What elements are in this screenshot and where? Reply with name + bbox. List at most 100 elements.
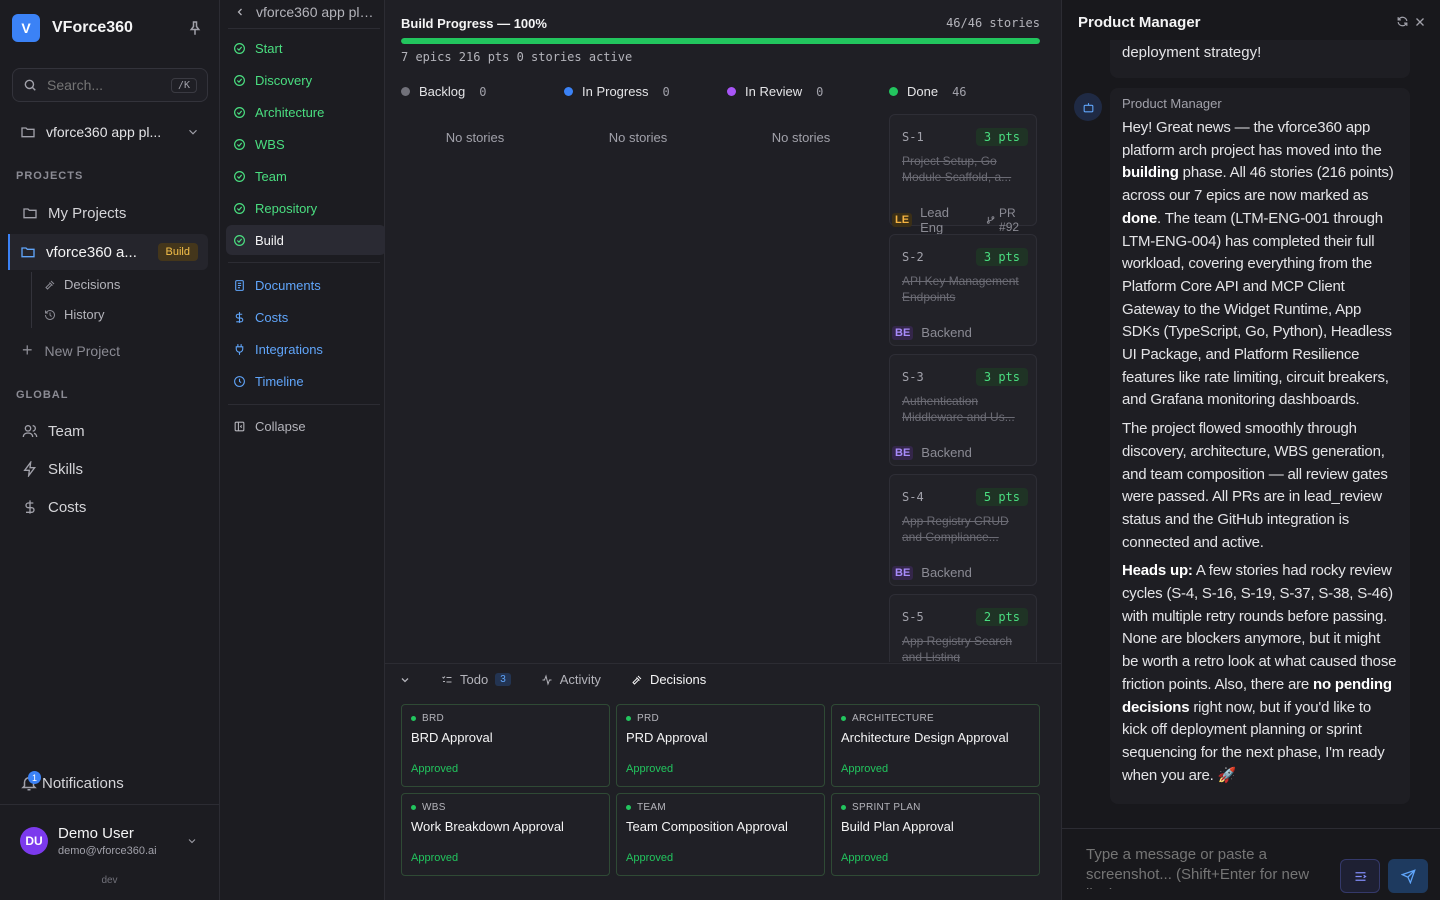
user-menu[interactable]: DU Demo User demo@vforce360.ai dev bbox=[0, 804, 219, 900]
brand[interactable]: V VForce360 bbox=[12, 14, 133, 42]
story-card[interactable]: S-4 5 pts App Registry CRUD and Compliance… bbox=[889, 474, 1037, 586]
message-input[interactable] bbox=[1074, 841, 1332, 889]
decision-status: Approved bbox=[841, 852, 889, 864]
text: Hey! Great news — the vforce360 app plat… bbox=[1122, 119, 1382, 159]
project-selector-label: vforce360 app pl... bbox=[46, 124, 162, 140]
status-dot bbox=[564, 87, 573, 96]
assignee-initials: BE bbox=[892, 565, 914, 580]
dollar-icon bbox=[235, 311, 244, 323]
text-bold: done bbox=[1122, 209, 1158, 227]
assignee-initials: BE bbox=[892, 325, 914, 340]
decision-title: PRD Approval bbox=[626, 730, 708, 745]
notifications-count: 1 bbox=[28, 771, 41, 784]
nav-my-projects[interactable]: My Projects bbox=[12, 196, 208, 230]
status-dot bbox=[841, 716, 846, 721]
stage-start[interactable]: Start bbox=[226, 33, 380, 63]
nav-integrations[interactable]: Integrations bbox=[226, 334, 380, 364]
nav-costs[interactable]: Costs bbox=[226, 302, 380, 332]
notifications-button[interactable]: 1 Notifications bbox=[20, 771, 124, 792]
story-card[interactable]: S-1 3 pts Project Setup, Go Module Scaffol… bbox=[889, 114, 1037, 235]
story-card[interactable]: S-3 3 pts Authentication Middleware and Us… bbox=[889, 354, 1037, 466]
story-points: 3 pts bbox=[975, 248, 1028, 266]
nav-documents[interactable]: Documents bbox=[226, 270, 380, 300]
decision-card[interactable]: WBS Work Breakdown Approval Approved bbox=[401, 793, 610, 876]
tab-todo[interactable]: Todo 3 bbox=[441, 672, 511, 687]
stage-discovery[interactable]: Discovery bbox=[226, 65, 380, 95]
column-done: Done 46 bbox=[889, 84, 967, 99]
search-input[interactable] bbox=[47, 77, 157, 93]
tab-activity[interactable]: Activity bbox=[541, 672, 601, 687]
build-progress-fill bbox=[401, 38, 1040, 44]
decision-card[interactable]: ARCHITECTURE Architecture Design Approval… bbox=[831, 704, 1040, 787]
nav-decisions[interactable]: Decisions bbox=[44, 277, 120, 292]
format-button[interactable] bbox=[1340, 859, 1380, 893]
nav-team[interactable]: Team bbox=[12, 414, 208, 448]
tree-line bbox=[31, 272, 32, 328]
status-dot bbox=[841, 805, 846, 810]
nav-history[interactable]: History bbox=[44, 307, 104, 322]
phase-badge: Build bbox=[157, 243, 198, 261]
decision-type: BRD bbox=[411, 713, 600, 724]
check-circle-icon bbox=[234, 42, 245, 54]
stage-architecture[interactable]: Architecture bbox=[226, 97, 380, 127]
story-assignee: BE Backend bbox=[892, 325, 972, 340]
story-card[interactable]: S-2 3 pts API Key Management Endpoints BE Ba… bbox=[889, 234, 1037, 346]
stage-label: Discovery bbox=[255, 72, 313, 88]
decision-card[interactable]: SPRINT PLAN Build Plan Approval Approved bbox=[831, 793, 1040, 876]
collapse-panel-button[interactable] bbox=[399, 674, 411, 686]
done-stories: S-1 3 pts Project Setup, Go Module Scaffol… bbox=[889, 114, 1037, 662]
empty-state: No stories bbox=[445, 130, 505, 145]
stage-repository[interactable]: Repository bbox=[226, 193, 380, 223]
decision-card[interactable]: BRD BRD Approval Approved bbox=[401, 704, 610, 787]
column-backlog: Backlog 0 bbox=[401, 84, 486, 99]
stage-build[interactable]: Build bbox=[226, 225, 386, 255]
decision-card[interactable]: TEAM Team Composition Approval Approved bbox=[616, 793, 825, 876]
stage-label: Repository bbox=[255, 200, 318, 216]
nav-costs[interactable]: Costs bbox=[12, 490, 208, 524]
nav-costs-label: Costs bbox=[48, 498, 87, 516]
decision-title: BRD Approval bbox=[411, 730, 493, 745]
stage-wbs[interactable]: WBS bbox=[226, 129, 380, 159]
project-selector[interactable]: vforce360 app pl... bbox=[12, 114, 208, 150]
global-section-title: GLOBAL bbox=[16, 389, 69, 401]
collapse-button[interactable]: Collapse bbox=[226, 411, 380, 441]
new-project-button[interactable]: + New Project bbox=[22, 340, 120, 361]
story-points: 3 pts bbox=[975, 368, 1028, 386]
previous-message: deployment strategy! bbox=[1110, 40, 1410, 78]
text: A few stories had rocky review cycles (S… bbox=[1122, 562, 1397, 693]
divider bbox=[228, 28, 380, 29]
back-to-project[interactable]: vforce360 app plat... bbox=[234, 4, 384, 20]
nav-skills[interactable]: Skills bbox=[12, 452, 208, 486]
tab-decisions[interactable]: Decisions bbox=[631, 672, 706, 687]
message-paragraph: Hey! Great news — the vforce360 app plat… bbox=[1122, 117, 1398, 412]
send-button[interactable] bbox=[1388, 859, 1428, 893]
pin-icon[interactable] bbox=[186, 19, 204, 37]
column-count: 0 bbox=[479, 84, 487, 99]
refresh-icon[interactable] bbox=[1396, 15, 1409, 28]
previous-message-text: deployment strategy! bbox=[1122, 44, 1262, 61]
nav-active-project[interactable]: vforce360 a... Build bbox=[8, 234, 208, 270]
stage-team[interactable]: Team bbox=[226, 161, 380, 191]
decision-card[interactable]: PRD PRD Approval Approved bbox=[616, 704, 825, 787]
story-card[interactable]: S-52 ptsApp Registry Search and ListingB… bbox=[889, 594, 1037, 662]
nav-timeline[interactable]: Timeline bbox=[226, 366, 380, 396]
tab-decisions-label: Decisions bbox=[649, 672, 707, 687]
lightning-icon bbox=[23, 461, 36, 477]
brand-name: VForce360 bbox=[52, 19, 133, 36]
decision-type-label: ARCHITECTURE bbox=[852, 713, 934, 724]
close-icon[interactable] bbox=[1414, 16, 1426, 28]
column-name: Done bbox=[907, 84, 939, 99]
story-id: S-1 bbox=[902, 130, 924, 144]
decision-title: Team Composition Approval bbox=[626, 819, 788, 834]
story-title: App Registry CRUD and Compliance... bbox=[902, 514, 1009, 544]
status-dot bbox=[411, 805, 416, 810]
decision-type: SPRINT PLAN bbox=[841, 802, 1030, 813]
nav-label: Timeline bbox=[255, 373, 304, 389]
history-icon bbox=[45, 309, 55, 320]
story-points: 3 pts bbox=[975, 128, 1028, 146]
pr-link[interactable]: PR #92 bbox=[986, 206, 1036, 234]
search-box[interactable]: /K bbox=[12, 68, 208, 102]
document-icon bbox=[235, 279, 244, 291]
message-composer bbox=[1062, 828, 1440, 900]
stage-label: WBS bbox=[255, 136, 285, 152]
